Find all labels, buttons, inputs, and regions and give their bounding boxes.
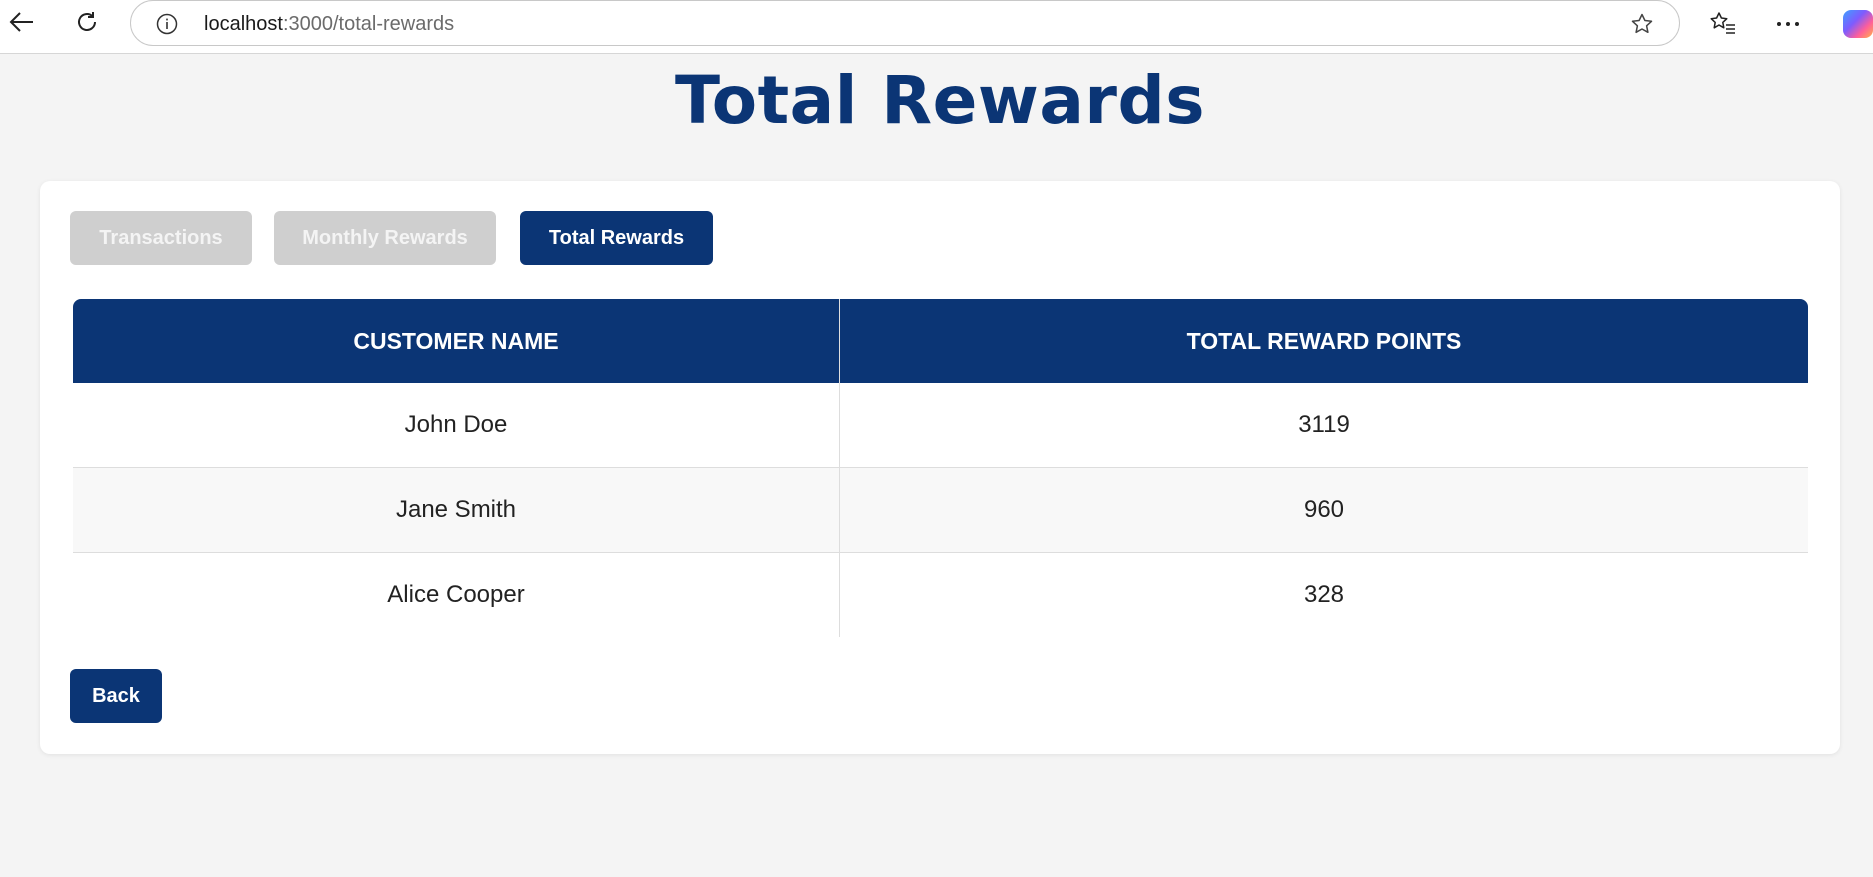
reward-points-cell: 960	[1303, 496, 1345, 523]
table-row: Jane Smith 960	[73, 468, 1808, 553]
browser-toolbar: localhost:3000/total-rewards	[0, 0, 1873, 54]
info-icon[interactable]	[155, 12, 179, 36]
refresh-icon[interactable]	[71, 6, 103, 38]
address-bar[interactable]: localhost:3000/total-rewards	[130, 0, 1680, 46]
url-host: localhost	[204, 13, 283, 35]
back-arrow-icon[interactable]	[6, 6, 38, 38]
customer-name-cell: Alice Cooper	[73, 553, 840, 637]
table-header: CUSTOMER NAME TOTAL REWARD POINTS	[73, 299, 1808, 383]
url-path: :3000/total-rewards	[282, 13, 455, 35]
tab-transactions[interactable]: Transactions	[70, 211, 252, 265]
tab-monthly-rewards[interactable]: Monthly Rewards	[274, 211, 496, 265]
favorites-icon[interactable]	[1707, 8, 1739, 40]
copilot-icon[interactable]	[1843, 10, 1873, 38]
star-icon[interactable]	[1629, 11, 1655, 37]
reward-points-cell: 3119	[1298, 411, 1350, 438]
customer-name-cell: Jane Smith	[73, 468, 840, 552]
tab-total-rewards[interactable]: Total Rewards	[520, 211, 713, 265]
more-icon[interactable]	[1772, 8, 1804, 40]
table-row: Alice Cooper 328	[73, 553, 1808, 637]
reward-points-cell: 328	[1303, 581, 1345, 608]
back-button[interactable]: Back	[70, 669, 162, 723]
table-body: John Doe 3119 Jane Smith 960 Alice Coope…	[73, 383, 1808, 637]
rewards-card: Transactions Monthly Rewards Total Rewar…	[40, 181, 1840, 754]
column-header-total-reward-points: TOTAL REWARD POINTS	[1186, 327, 1462, 354]
column-header-customer-name: CUSTOMER NAME	[73, 299, 840, 383]
table-row: John Doe 3119	[73, 383, 1808, 468]
customer-name-cell: John Doe	[73, 383, 840, 467]
url-text[interactable]: localhost:3000/total-rewards	[204, 13, 454, 36]
page-title: Total Rewards	[675, 62, 1205, 139]
